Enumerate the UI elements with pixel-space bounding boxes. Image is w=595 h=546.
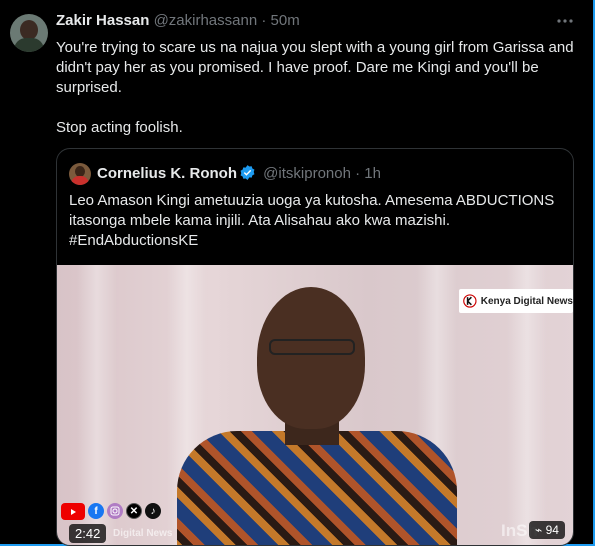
- views-icon: ⌁: [535, 523, 543, 537]
- social-icons-row: f ✕ ♪: [61, 503, 161, 520]
- tweet-time[interactable]: 50m: [271, 12, 300, 29]
- facebook-icon: f: [88, 503, 104, 519]
- avatar-body: [14, 38, 44, 52]
- tweet-header: Zakir Hassan @zakirhassann · 50m: [56, 12, 300, 29]
- speaker-head: [257, 287, 365, 429]
- quoted-tweet[interactable]: Cornelius K. Ronoh @itskipronoh · 1h Leo…: [56, 148, 574, 546]
- tweet-text: You're trying to scare us na najua you s…: [56, 38, 576, 158]
- view-count: ⌁ 94: [529, 521, 565, 539]
- channel-logo: Kenya Digital News: [459, 289, 573, 313]
- quote-author-name[interactable]: Cornelius K. Ronoh: [97, 165, 237, 182]
- avatar-face: [20, 20, 38, 40]
- view-count-value: 94: [545, 523, 559, 537]
- channel-logo-text: Kenya Digital News: [480, 295, 573, 307]
- youtube-icon: [61, 503, 85, 520]
- instagram-icon: [107, 503, 123, 519]
- quote-avatar[interactable]: [69, 163, 91, 185]
- verified-badge-icon: [239, 164, 256, 181]
- quote-author-handle[interactable]: @itskipronoh: [263, 165, 351, 182]
- video-duration: 2:42: [69, 524, 107, 543]
- tweet-paragraph-1: You're trying to scare us na najua you s…: [56, 39, 574, 96]
- speaker-shirt: [177, 431, 457, 545]
- kenya-digital-news-logo-icon: [463, 294, 477, 308]
- quote-avatar-body: [71, 176, 89, 185]
- author-handle[interactable]: @zakirhassann: [154, 12, 258, 29]
- more-dots-icon[interactable]: [556, 12, 574, 32]
- tiktok-icon: ♪: [145, 503, 161, 519]
- tweet-paragraph-2: Stop acting foolish.: [56, 119, 183, 136]
- separator: ·: [261, 12, 267, 29]
- quote-separator: ·: [355, 165, 361, 182]
- speaker-glasses: [269, 339, 355, 355]
- quote-time[interactable]: 1h: [364, 165, 381, 182]
- watermark-left: Digital News: [113, 528, 173, 539]
- quote-text: Leo Amason Kingi ametuuzia uoga ya kutos…: [69, 192, 555, 249]
- avatar[interactable]: [10, 14, 48, 52]
- video-player[interactable]: Kenya Digital News f ✕ ♪ 2:42 Digital Ne…: [57, 265, 573, 545]
- author-name[interactable]: Zakir Hassan: [56, 12, 149, 29]
- quote-header: Cornelius K. Ronoh @itskipronoh · 1h: [97, 164, 381, 182]
- x-icon: ✕: [126, 503, 142, 519]
